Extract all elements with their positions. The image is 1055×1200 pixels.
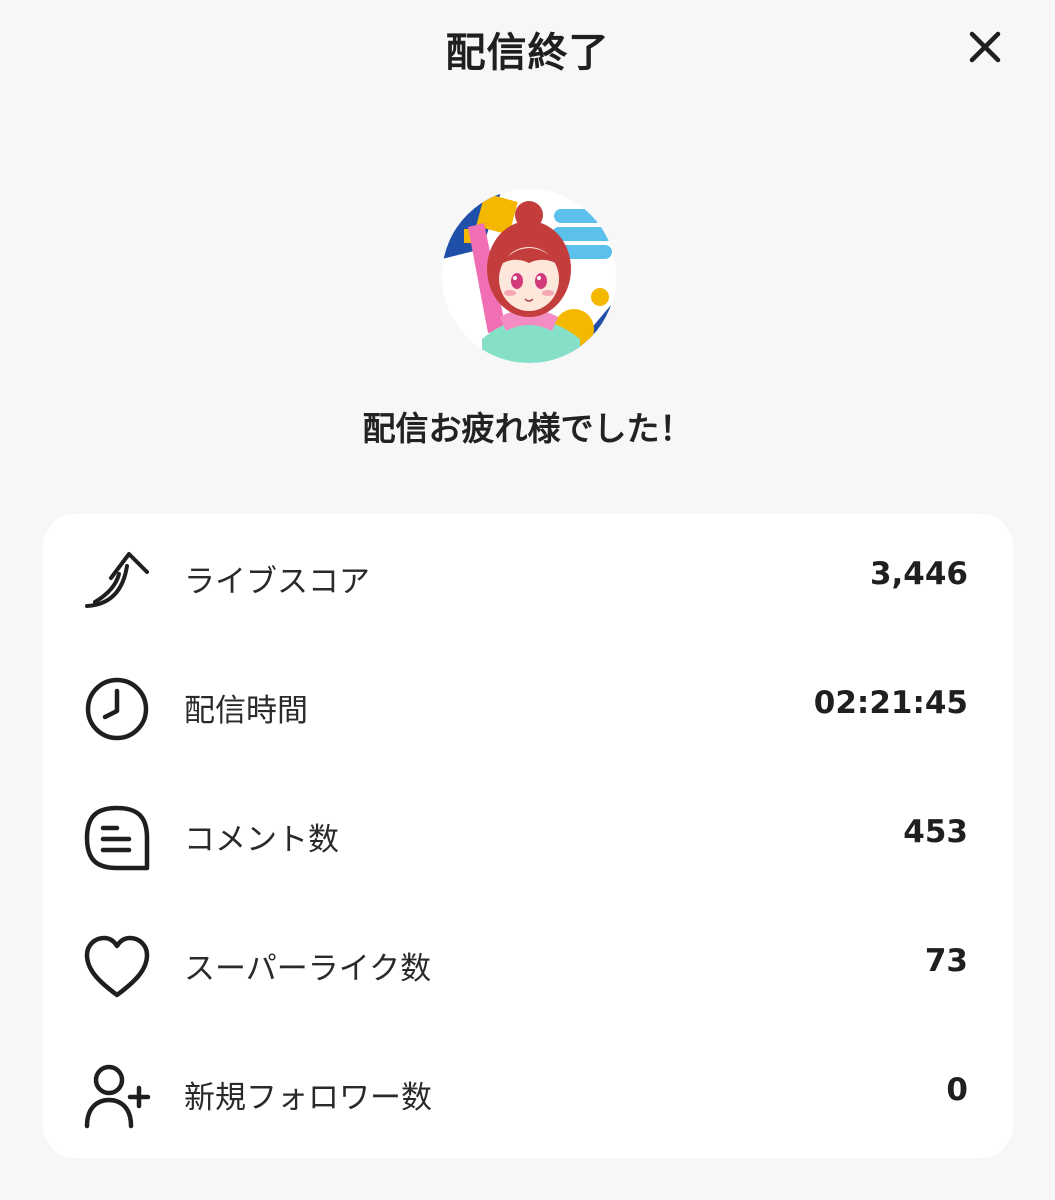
comment-icon	[84, 805, 150, 871]
stat-value: 3,446	[869, 556, 968, 592]
thank-you-message: 配信お疲れ様でした！	[362, 409, 693, 448]
trend-up-arrow-icon	[85, 552, 149, 608]
stat-label: 配信時間	[184, 693, 308, 729]
stat-value: 02:21:45	[813, 685, 968, 721]
page-title: 配信終了	[445, 30, 610, 76]
close-icon	[969, 31, 1001, 63]
stat-row-stream-time: 配信時間 02:21:45	[43, 655, 1013, 755]
stat-row-new-followers: 新規フォロワー数 0	[43, 1042, 1013, 1142]
stats-card: ライブスコア 3,446 配信時間 02:21:45 コメント数 453 スーパ…	[43, 514, 1013, 1158]
stat-value: 0	[946, 1072, 968, 1108]
user-plus-icon	[84, 1064, 151, 1129]
close-button[interactable]	[962, 24, 1008, 70]
streamer-avatar	[442, 189, 616, 363]
header-bar: 配信終了	[0, 0, 1055, 92]
stat-label: コメント数	[184, 822, 339, 858]
stat-label: ライブスコア	[184, 564, 370, 600]
stat-label: スーパーライク数	[184, 951, 432, 987]
stat-row-live-score: ライブスコア 3,446	[43, 526, 1013, 626]
stat-row-super-likes: スーパーライク数 73	[43, 913, 1013, 1013]
clock-icon	[85, 677, 149, 741]
stat-row-comments: コメント数 453	[43, 784, 1013, 884]
stat-value: 73	[924, 943, 968, 979]
stat-value: 453	[903, 814, 968, 850]
heart-icon	[84, 935, 150, 998]
stat-label: 新規フォロワー数	[184, 1080, 432, 1116]
